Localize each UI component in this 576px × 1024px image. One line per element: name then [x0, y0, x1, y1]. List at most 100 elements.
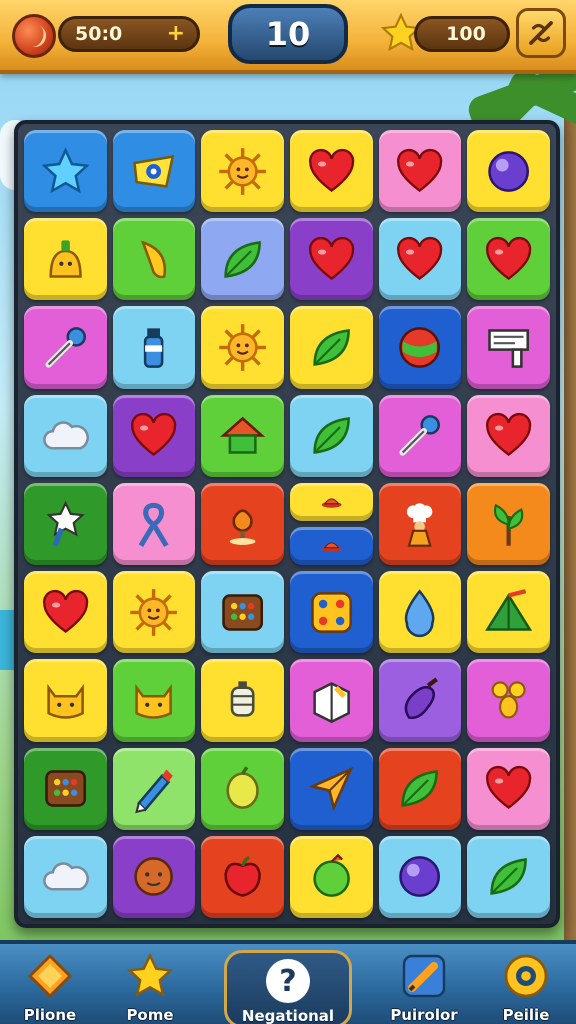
board-tile[interactable] — [112, 394, 196, 477]
leaf-icon — [224, 240, 261, 278]
blob-creature-icon — [49, 240, 82, 278]
board-tile[interactable] — [467, 835, 550, 918]
board-tile[interactable] — [378, 835, 462, 918]
board-tile[interactable] — [378, 218, 462, 301]
board-tile[interactable] — [467, 218, 550, 301]
board-tile[interactable] — [290, 218, 373, 301]
board-tile[interactable] — [112, 130, 196, 213]
stars-counter: 100 — [414, 16, 510, 52]
board-tile[interactable] — [201, 218, 284, 301]
tools-icon — [529, 21, 553, 45]
board-tile[interactable] — [201, 482, 284, 566]
add-coins-button[interactable]: + — [167, 21, 185, 46]
key-icon — [399, 415, 441, 456]
board-tile[interactable] — [112, 306, 196, 389]
board-tile[interactable] — [378, 306, 462, 389]
star-icon — [41, 146, 90, 193]
hat-icon — [321, 498, 342, 508]
board-tile[interactable] — [201, 747, 284, 830]
eye-star-icon — [133, 154, 175, 188]
nav-negational[interactable]: ? Negational — [224, 950, 352, 1024]
board-tile[interactable] — [378, 571, 462, 654]
board-tile[interactable] — [378, 482, 462, 566]
board-tile[interactable] — [467, 306, 550, 389]
board-tile[interactable] — [112, 747, 196, 830]
apple-icon — [224, 856, 261, 898]
cloud-icon — [42, 421, 89, 450]
cookie-icon — [134, 857, 174, 897]
leaf-icon — [490, 858, 527, 896]
board-tile[interactable] — [290, 394, 373, 477]
leaf-icon — [401, 770, 439, 808]
lantern-icon — [230, 681, 255, 717]
board-tile[interactable] — [24, 482, 107, 566]
board-tile[interactable] — [290, 835, 373, 918]
board-tile[interactable] — [24, 218, 107, 301]
board-tile[interactable] — [24, 747, 107, 830]
board-tile[interactable] — [24, 130, 107, 213]
grid-box-icon — [222, 593, 264, 631]
bottle-icon — [144, 328, 164, 368]
board-tile[interactable] — [201, 659, 284, 742]
nav-plione[interactable]: Plione — [0, 952, 100, 1024]
board-tile[interactable] — [201, 835, 284, 918]
nav-peilie[interactable]: Peilie — [476, 952, 576, 1024]
heart-icon — [486, 413, 532, 457]
leaf-icon — [313, 329, 350, 366]
board-tile[interactable] — [290, 659, 373, 742]
board-tile[interactable] — [467, 482, 550, 566]
grid-box-icon — [44, 770, 86, 807]
board-tile[interactable] — [201, 130, 284, 213]
sun-face-icon — [130, 588, 178, 636]
board-tile[interactable] — [467, 394, 550, 477]
board-tile[interactable] — [201, 394, 284, 477]
board-tile[interactable] — [290, 482, 373, 521]
pencil-icon — [135, 769, 174, 814]
drop-icon — [405, 588, 435, 637]
ribbon-icon — [139, 502, 169, 547]
nav-pome[interactable]: Pome — [100, 952, 200, 1024]
board-tile[interactable] — [290, 527, 373, 566]
stars-value: 100 — [446, 23, 486, 45]
game-board — [14, 120, 560, 928]
heart-icon — [308, 148, 354, 192]
board-tile[interactable] — [112, 482, 196, 566]
board-tile[interactable] — [378, 747, 462, 830]
board-tile[interactable] — [378, 394, 462, 477]
heart-icon — [486, 766, 532, 810]
board-tile[interactable] — [378, 130, 462, 213]
board-tile[interactable] — [290, 130, 373, 213]
nav-puirolor[interactable]: Puirolor — [374, 952, 474, 1024]
board-tile[interactable] — [112, 571, 196, 654]
board-tile[interactable] — [201, 571, 284, 654]
bottom-nav: Plione Pome ? Negational Puirolor Peilie — [0, 940, 576, 1024]
board-tile[interactable] — [290, 571, 373, 654]
board-tile[interactable] — [290, 747, 373, 830]
board-tile[interactable] — [24, 394, 107, 477]
board-tile[interactable] — [467, 130, 550, 213]
board-tile[interactable] — [378, 659, 462, 742]
tent-icon — [485, 588, 533, 631]
board-tile[interactable] — [24, 571, 107, 654]
heart-icon — [131, 413, 177, 457]
board-tile[interactable] — [24, 835, 107, 918]
board-tile[interactable] — [467, 747, 550, 830]
star-icon — [126, 952, 174, 997]
board-tile[interactable] — [24, 659, 107, 742]
settings-button[interactable] — [516, 8, 566, 58]
plane-icon — [308, 767, 353, 812]
plant-icon — [494, 503, 524, 546]
board-tile[interactable] — [290, 306, 373, 389]
key-icon — [45, 327, 86, 368]
board-tile[interactable] — [112, 218, 196, 301]
board-tile[interactable] — [467, 659, 550, 742]
banana-icon — [141, 240, 167, 279]
coins-counter[interactable]: 50:0 + — [58, 16, 200, 52]
board-tile[interactable] — [112, 659, 196, 742]
board-tile[interactable] — [201, 306, 284, 389]
board-tile[interactable] — [112, 835, 196, 918]
dice-icon — [310, 591, 352, 633]
board-tile[interactable] — [24, 306, 107, 389]
board-tile[interactable] — [467, 571, 550, 654]
level-number: 10 — [228, 4, 348, 64]
